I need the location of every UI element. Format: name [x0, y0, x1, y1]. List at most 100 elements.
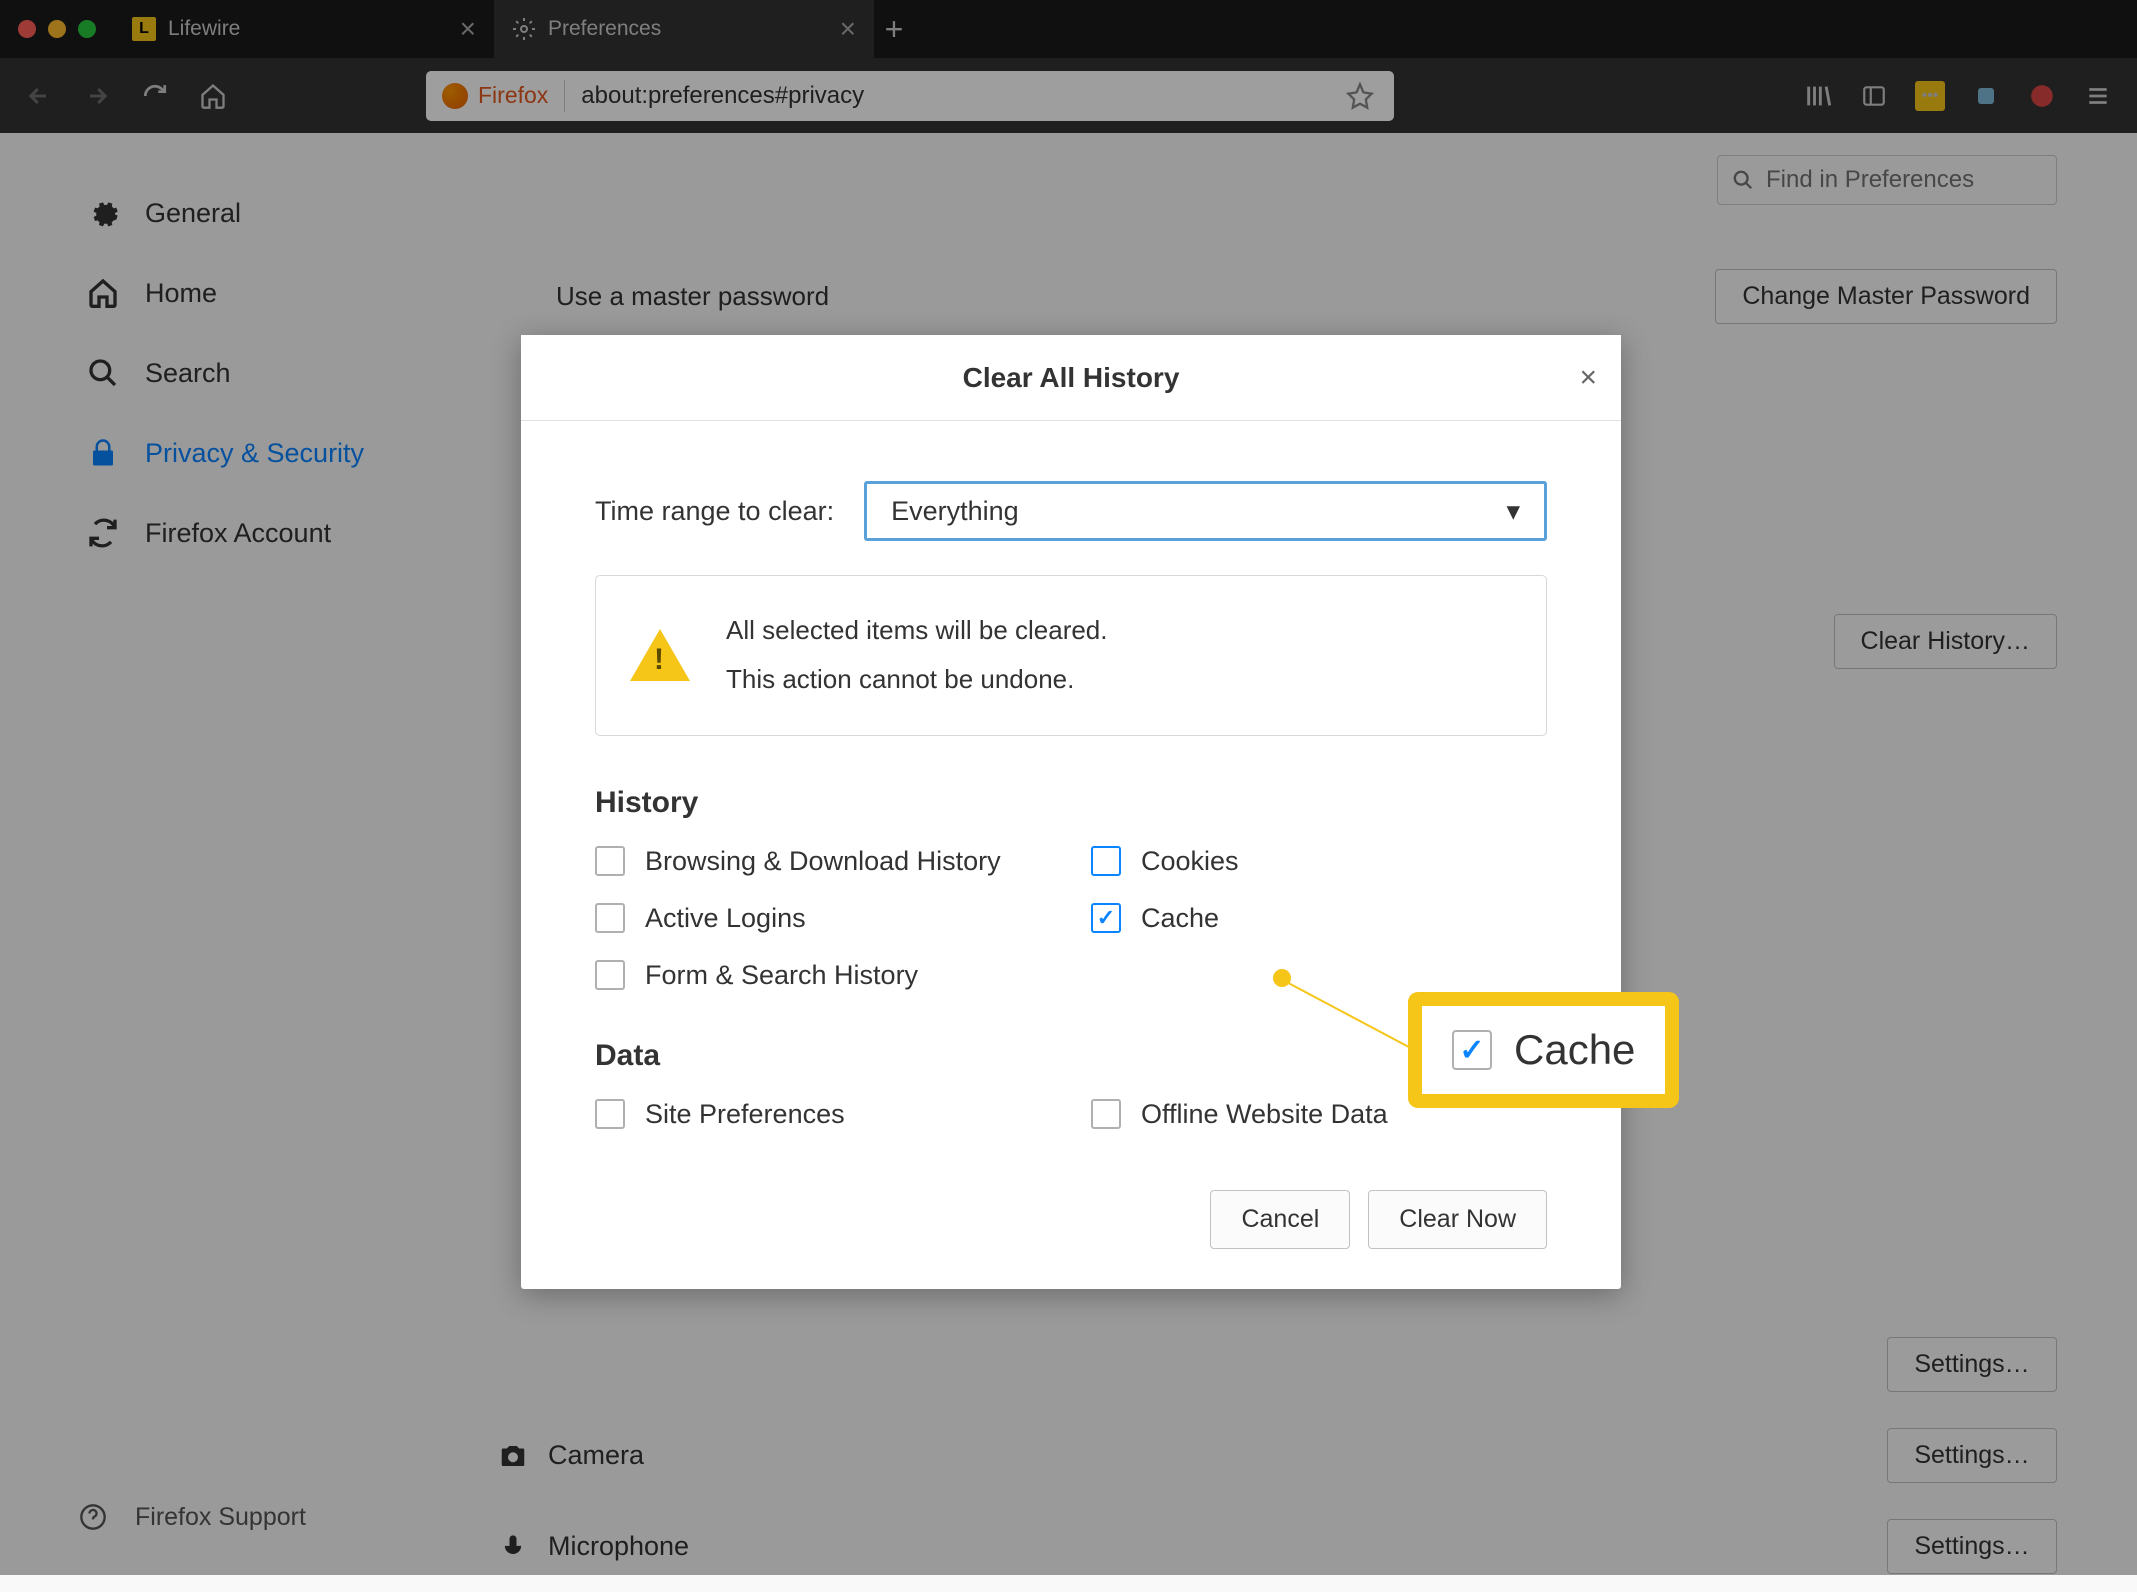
microphone-label: Microphone — [548, 1531, 689, 1562]
callout-label: Cache — [1514, 1026, 1635, 1074]
checkbox[interactable] — [595, 960, 625, 990]
history-heading: History — [595, 786, 1547, 820]
search-icon — [85, 355, 121, 391]
lifewire-favicon-icon: L — [132, 17, 156, 41]
back-button[interactable] — [14, 71, 64, 121]
tab-close-icon[interactable]: × — [460, 13, 476, 45]
camera-icon — [496, 1439, 530, 1473]
camera-label: Camera — [548, 1440, 644, 1471]
dialog-title: Clear All History — [963, 362, 1180, 394]
check-browsing-history[interactable]: Browsing & Download History — [595, 846, 1051, 877]
check-site-preferences[interactable]: Site Preferences — [595, 1099, 1051, 1130]
tab-lifewire[interactable]: L Lifewire × — [114, 0, 494, 58]
clear-history-button[interactable]: Clear History… — [1834, 614, 2057, 669]
checkbox[interactable] — [595, 846, 625, 876]
sidebar-item-general[interactable]: General — [75, 173, 480, 253]
warning-icon — [630, 629, 690, 681]
home-icon — [85, 275, 121, 311]
settings-button[interactable]: Settings… — [1887, 1337, 2057, 1392]
bookmark-star-icon[interactable] — [1326, 82, 1394, 110]
time-range-select[interactable]: Everything ▾ — [864, 481, 1547, 541]
preferences-sidebar: General Home Search Privacy & Security F… — [0, 133, 480, 1575]
checkbox[interactable] — [595, 903, 625, 933]
clear-now-button[interactable]: Clear Now — [1368, 1190, 1547, 1249]
cancel-button[interactable]: Cancel — [1210, 1190, 1350, 1249]
new-tab-button[interactable]: + — [874, 0, 914, 58]
microphone-settings-button[interactable]: Settings… — [1887, 1519, 2057, 1574]
checkbox-label: Site Preferences — [645, 1099, 845, 1130]
warning-box: All selected items will be cleared. This… — [595, 575, 1547, 736]
sync-icon — [85, 515, 121, 551]
app-menu-button[interactable] — [2073, 71, 2123, 121]
checkbox[interactable] — [595, 1099, 625, 1129]
check-active-logins[interactable]: Active Logins — [595, 903, 1051, 934]
sidebar-item-label: Search — [145, 358, 231, 389]
tab-strip: L Lifewire × Preferences × + — [114, 0, 914, 58]
extension-button-2[interactable] — [2017, 71, 2067, 121]
sidebar-item-privacy[interactable]: Privacy & Security — [75, 413, 480, 493]
select-value: Everything — [891, 496, 1019, 527]
extension-button[interactable]: ••• — [1905, 71, 1955, 121]
clear-history-dialog: Clear All History × Time range to clear:… — [521, 335, 1621, 1289]
checkbox[interactable] — [1091, 1099, 1121, 1129]
window-close-button[interactable] — [18, 20, 36, 38]
checkbox[interactable] — [1091, 903, 1121, 933]
checkbox-icon — [1452, 1030, 1492, 1070]
library-button[interactable] — [1793, 71, 1843, 121]
toolbar: Firefox about:preferences#privacy ••• — [0, 58, 2137, 133]
url-text: about:preferences#privacy — [565, 82, 1326, 110]
sidebar-toggle-button[interactable] — [1849, 71, 1899, 121]
toolbar-actions: ••• — [1793, 71, 2123, 121]
lock-icon — [85, 435, 121, 471]
support-label: Firefox Support — [135, 1503, 306, 1532]
identity-label: Firefox — [478, 82, 548, 109]
account-button[interactable] — [1961, 71, 2011, 121]
check-cookies[interactable]: Cookies — [1091, 846, 1547, 877]
url-bar[interactable]: Firefox about:preferences#privacy — [426, 71, 1394, 121]
dialog-close-button[interactable]: × — [1579, 361, 1597, 395]
search-icon — [1732, 169, 1754, 191]
camera-settings-button[interactable]: Settings… — [1887, 1428, 2057, 1483]
forward-button[interactable] — [72, 71, 122, 121]
sidebar-item-search[interactable]: Search — [75, 333, 480, 413]
dialog-footer: Cancel Clear Now — [521, 1190, 1621, 1289]
find-placeholder: Find in Preferences — [1766, 166, 1974, 194]
extension-icon: ••• — [1915, 81, 1945, 111]
checkbox-label: Offline Website Data — [1141, 1099, 1388, 1130]
checkbox[interactable] — [1091, 846, 1121, 876]
tab-title: Preferences — [548, 17, 661, 41]
checkbox-label: Cookies — [1141, 846, 1239, 877]
checkbox-label: Cache — [1141, 903, 1219, 934]
microphone-icon — [496, 1530, 530, 1564]
sidebar-item-label: Privacy & Security — [145, 438, 364, 469]
reload-button[interactable] — [130, 71, 180, 121]
master-password-label: Use a master password — [556, 281, 829, 312]
window-maximize-button[interactable] — [78, 20, 96, 38]
tab-preferences[interactable]: Preferences × — [494, 0, 874, 58]
sidebar-item-account[interactable]: Firefox Account — [75, 493, 480, 573]
site-identity[interactable]: Firefox — [426, 82, 564, 109]
sidebar-item-label: General — [145, 198, 241, 229]
gear-icon — [512, 17, 536, 41]
find-in-preferences[interactable]: Find in Preferences — [1717, 155, 2057, 205]
checkbox-label: Browsing & Download History — [645, 846, 1001, 877]
help-icon — [75, 1499, 111, 1535]
firefox-support-link[interactable]: Firefox Support — [75, 1499, 306, 1535]
titlebar: L Lifewire × Preferences × + — [0, 0, 2137, 58]
sidebar-item-home[interactable]: Home — [75, 253, 480, 333]
dialog-header: Clear All History × — [521, 335, 1621, 421]
time-range-label: Time range to clear: — [595, 496, 834, 527]
check-cache[interactable]: Cache — [1091, 903, 1547, 934]
firefox-logo-icon — [442, 83, 468, 109]
check-form-search[interactable]: Form & Search History — [595, 960, 1051, 991]
sidebar-item-label: Firefox Account — [145, 518, 331, 549]
sidebar-item-label: Home — [145, 278, 217, 309]
home-button[interactable] — [188, 71, 238, 121]
window-controls — [0, 20, 114, 38]
change-master-password-button[interactable]: Change Master Password — [1715, 269, 2057, 324]
window-minimize-button[interactable] — [48, 20, 66, 38]
gear-icon — [85, 195, 121, 231]
tab-close-icon[interactable]: × — [840, 13, 856, 45]
warning-text: All selected items will be cleared. This… — [726, 606, 1108, 705]
tab-title: Lifewire — [168, 17, 240, 41]
